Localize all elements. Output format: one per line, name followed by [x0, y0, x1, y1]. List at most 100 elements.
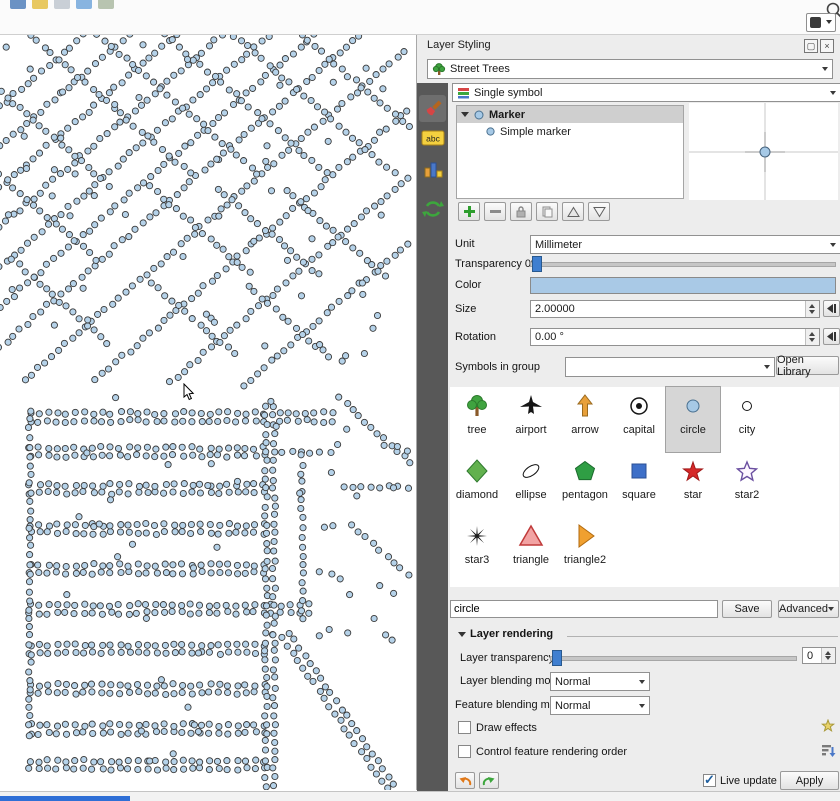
- transparency-slider[interactable]: [530, 256, 836, 271]
- slider-handle[interactable]: [552, 650, 562, 666]
- unit-combobox[interactable]: Millimeter: [530, 235, 840, 254]
- layer-selector[interactable]: Street Trees: [427, 59, 833, 79]
- apply-label: Apply: [796, 775, 824, 787]
- status-progress-bar: [0, 796, 130, 801]
- move-up-button[interactable]: [562, 202, 584, 221]
- toolbar-icon-4[interactable]: [76, 0, 92, 9]
- advanced-button[interactable]: Advanced: [778, 600, 839, 618]
- remove-symbol-layer-button[interactable]: [484, 202, 506, 221]
- layer-rendering-expander-icon[interactable]: [458, 632, 466, 637]
- symbol-square[interactable]: square: [612, 452, 666, 517]
- unit-label: Unit: [455, 238, 475, 250]
- add-symbol-layer-button[interactable]: [458, 202, 480, 221]
- layer-selector-value: Street Trees: [450, 63, 510, 75]
- spinner-arrows[interactable]: [805, 301, 819, 317]
- rotation-data-defined-button[interactable]: [823, 328, 840, 345]
- spinner-arrows[interactable]: [821, 648, 835, 663]
- symbol-airport[interactable]: airport: [504, 387, 558, 452]
- diagrams-tab[interactable]: [419, 155, 446, 182]
- symbol-ellipse[interactable]: ellipse: [504, 452, 558, 517]
- size-value: 2.00000: [535, 303, 575, 315]
- renderer-icon: [457, 87, 470, 99]
- size-spinbox[interactable]: 2.00000: [530, 300, 820, 318]
- color-swatch[interactable]: [530, 277, 836, 294]
- layer-blending-value: Normal: [555, 676, 590, 688]
- chevron-down-icon: [830, 91, 836, 95]
- toolbar-icon-3[interactable]: [54, 0, 70, 9]
- close-panel-icon[interactable]: ×: [820, 39, 834, 53]
- minus-icon: [489, 205, 502, 218]
- layer-transparency-slider[interactable]: [550, 650, 797, 665]
- duplicate-symbol-layer-button[interactable]: [536, 202, 558, 221]
- history-tab[interactable]: [419, 195, 446, 222]
- control-rendering-order-checkbox[interactable]: [458, 745, 471, 758]
- effects-star-icon[interactable]: [821, 719, 836, 733]
- svg-text:abc: abc: [426, 134, 440, 144]
- symbol-star2[interactable]: star2: [720, 452, 774, 517]
- symbol-tree-simple-marker-label: Simple marker: [500, 126, 571, 138]
- renderer-value: Single symbol: [474, 87, 542, 99]
- panel-title: Layer Styling: [427, 39, 491, 51]
- live-update-label: Live update: [720, 775, 777, 787]
- symbol-arrow[interactable]: arrow: [558, 387, 612, 452]
- feature-blending-combobox[interactable]: Normal: [550, 696, 650, 715]
- feature-blending-value: Normal: [555, 700, 590, 712]
- paintbrush-icon: [422, 98, 444, 120]
- symbol-pentagon[interactable]: pentagon: [558, 452, 612, 517]
- symbol-star[interactable]: star: [666, 452, 720, 517]
- layer-blending-combobox[interactable]: Normal: [550, 672, 650, 691]
- move-down-button[interactable]: [588, 202, 610, 221]
- live-update-checkbox[interactable]: [703, 774, 716, 787]
- symbol-star3[interactable]: star3: [450, 517, 504, 582]
- unit-value: Millimeter: [535, 239, 582, 251]
- spinner-arrows[interactable]: [805, 329, 819, 345]
- symbol-tree-marker-row[interactable]: Marker: [457, 106, 683, 123]
- labels-tab[interactable]: abc: [419, 125, 446, 152]
- redo-button[interactable]: [479, 772, 499, 789]
- toolbar-icon-5[interactable]: [98, 0, 114, 9]
- symbol-triangle[interactable]: triangle: [504, 517, 558, 582]
- data-defined-icon: [826, 331, 837, 342]
- diagram-icon: [423, 159, 443, 179]
- save-button[interactable]: Save: [722, 600, 772, 618]
- undo-button[interactable]: [455, 772, 475, 789]
- symbols-group-combobox[interactable]: [565, 357, 775, 377]
- layer-transparency-spinbox[interactable]: 0: [802, 647, 836, 664]
- symbol-triangle2[interactable]: triangle2: [558, 517, 612, 582]
- chevron-down-icon: [764, 365, 770, 369]
- size-data-defined-button[interactable]: [823, 300, 840, 317]
- draw-effects-checkbox[interactable]: [458, 721, 471, 734]
- symbol-tree-simple-marker-row[interactable]: Simple marker: [457, 123, 683, 140]
- symbol-layer-buttons: [458, 202, 610, 221]
- open-library-button[interactable]: Open Library: [776, 356, 839, 375]
- symbol-tree[interactable]: tree: [450, 387, 504, 452]
- lock-color-button[interactable]: [510, 202, 532, 221]
- triangle-up-icon: [567, 206, 580, 218]
- toolbar-icon-2[interactable]: [32, 0, 48, 9]
- chevron-down-icon: [830, 243, 836, 247]
- map-canvas[interactable]: [0, 35, 417, 790]
- apply-button[interactable]: Apply: [780, 771, 839, 790]
- lock-icon: [515, 205, 527, 218]
- locator-combobox[interactable]: [806, 13, 836, 32]
- symbol-layer-tree: Marker Simple marker: [456, 105, 684, 199]
- redo-arrow-icon: [482, 775, 496, 787]
- expander-icon[interactable]: [461, 112, 469, 117]
- slider-handle[interactable]: [532, 256, 542, 272]
- sort-order-icon[interactable]: [821, 744, 836, 758]
- renderer-selector[interactable]: Single symbol: [452, 83, 840, 102]
- size-label: Size: [455, 303, 476, 315]
- symbol-name-input[interactable]: [450, 600, 718, 618]
- symbol-circle[interactable]: circle: [666, 387, 720, 452]
- float-panel-icon[interactable]: ▢: [804, 39, 818, 53]
- symbol-gallery: treeairportarrowcapitalcirclecity diamond…: [450, 387, 839, 587]
- chevron-down-icon: [639, 680, 645, 684]
- symbol-city[interactable]: city: [720, 387, 774, 452]
- marker-symbol-icon: [473, 109, 485, 121]
- symbol-capital[interactable]: capital: [612, 387, 666, 452]
- symbology-tab[interactable]: [419, 95, 446, 122]
- toolbar-icon-1[interactable]: [10, 0, 26, 9]
- symbol-diamond[interactable]: diamond: [450, 452, 504, 517]
- rotation-spinbox[interactable]: 0.00 °: [530, 328, 820, 346]
- undo-arrow-icon: [458, 775, 472, 787]
